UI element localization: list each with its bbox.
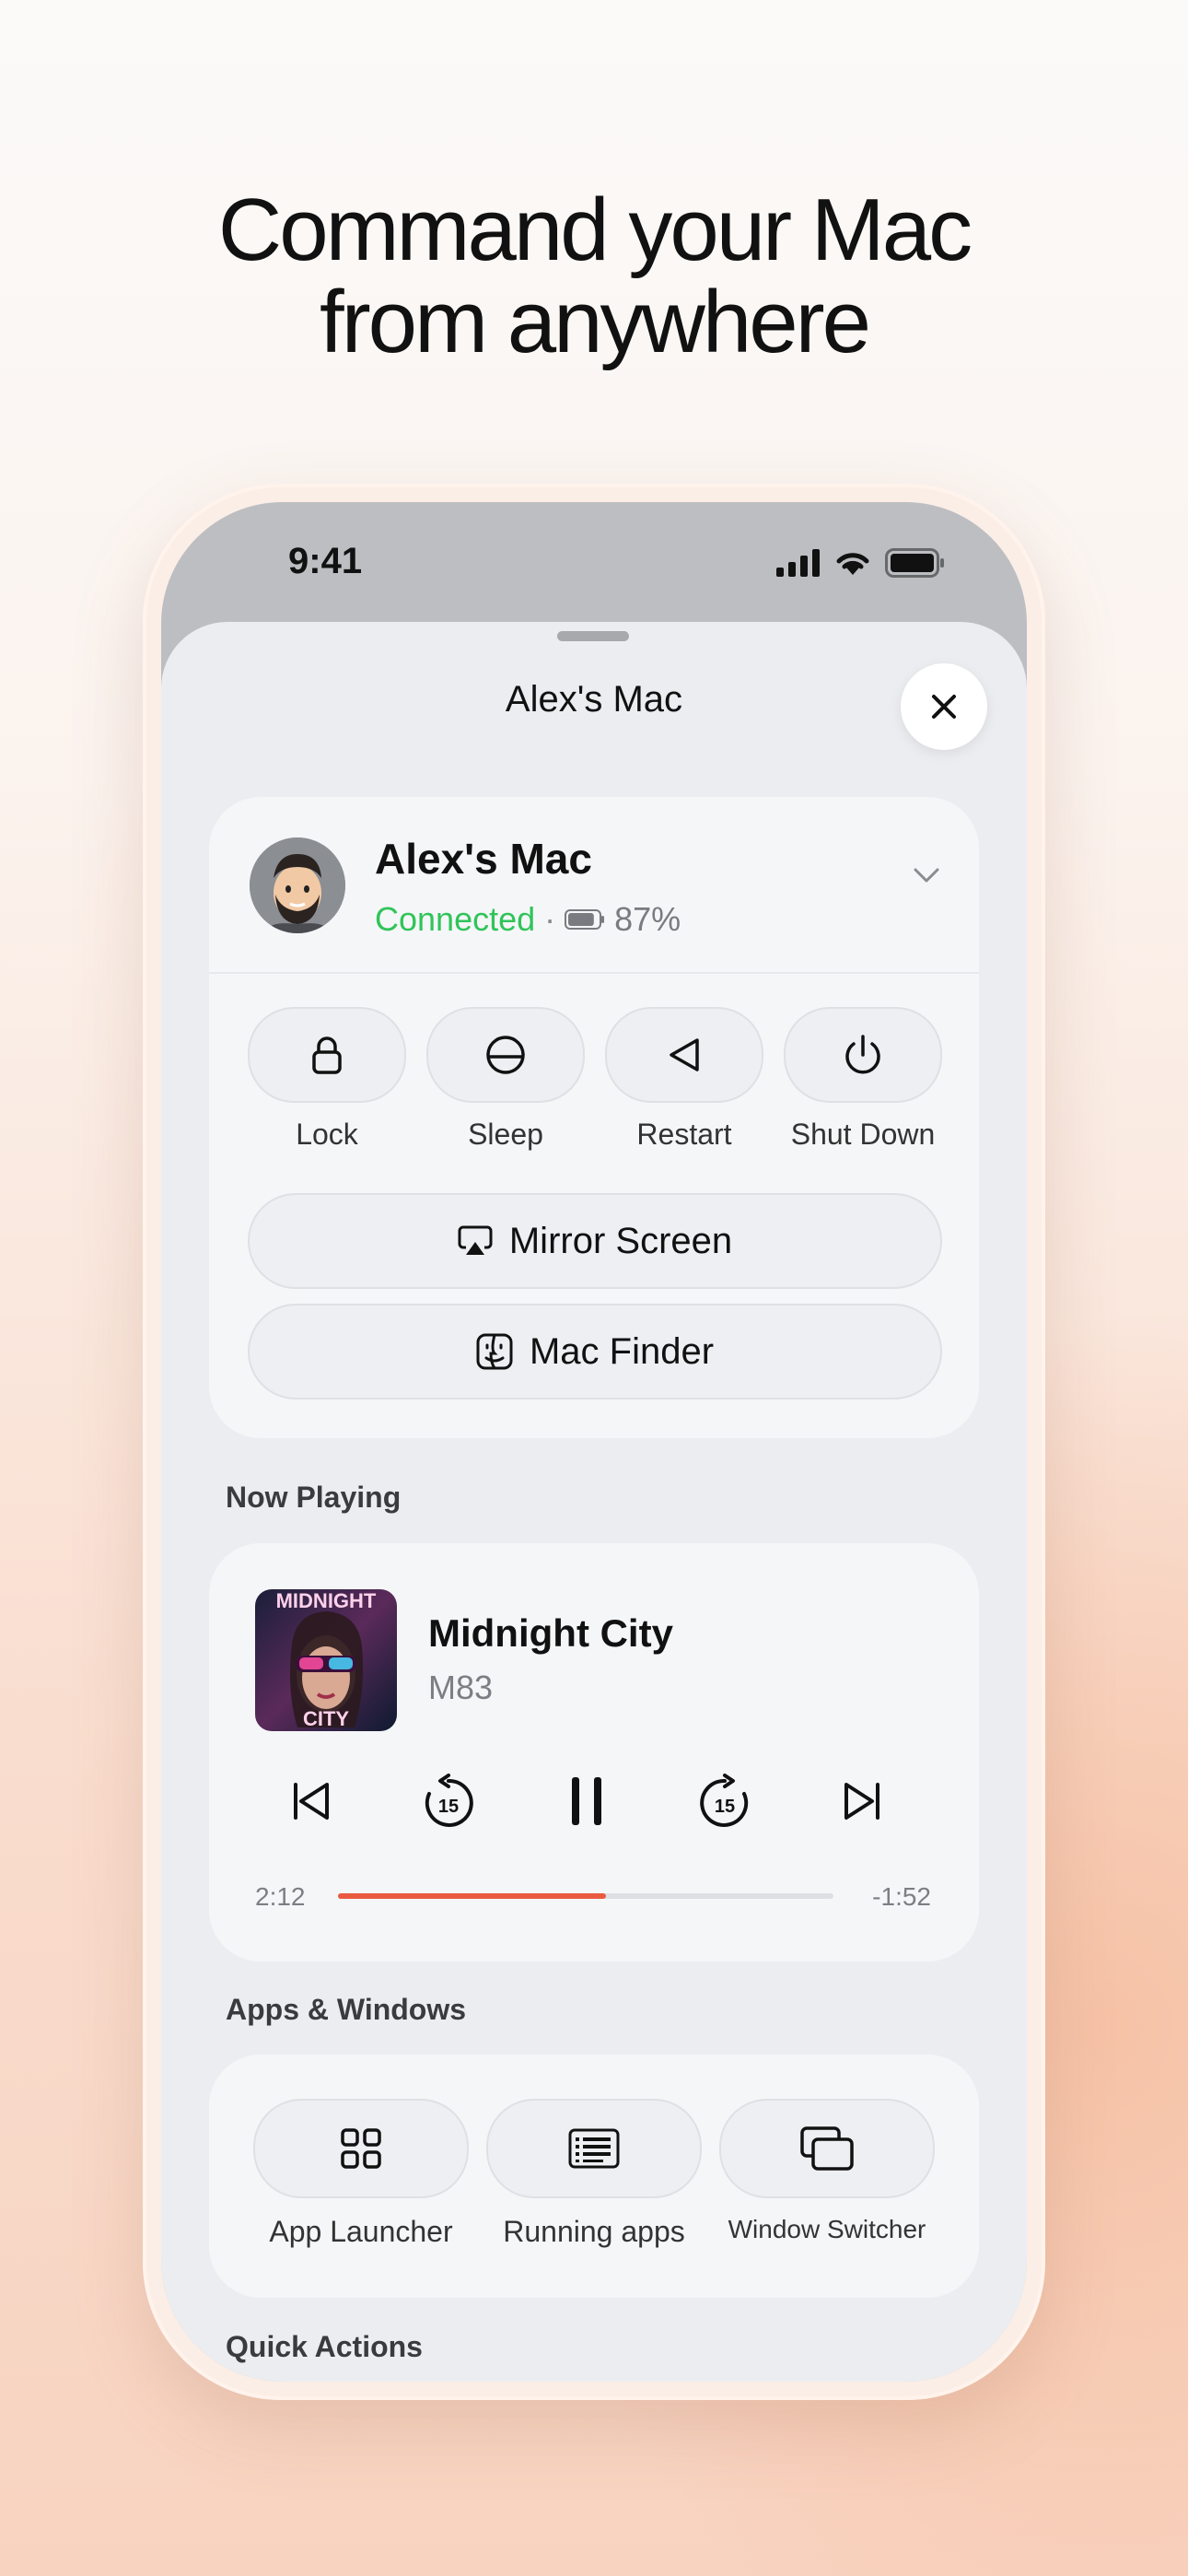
phone-screen: 9:41 Alex's Mac Alex's Mac Connected · 8…: [161, 502, 1027, 2382]
device-status-line: Connected · 87%: [375, 900, 681, 939]
mac-finder-button[interactable]: Mac Finder: [248, 1304, 942, 1399]
cellular-signal-icon: [776, 549, 820, 577]
headline-line-1: Command your Mac: [217, 181, 973, 279]
lock-button[interactable]: [248, 1007, 406, 1103]
status-time: 9:41: [288, 541, 363, 581]
restart-icon: [670, 1038, 699, 1071]
airplay-icon: [458, 1225, 493, 1255]
sheet-title: Alex's Mac: [505, 679, 683, 720]
restart-label: Restart: [636, 1118, 732, 1151]
lock-label: Lock: [296, 1118, 358, 1151]
previous-track-button[interactable]: [264, 1764, 356, 1838]
battery-icon: [885, 548, 944, 578]
app-launcher-label: App Launcher: [269, 2215, 453, 2248]
skip-back-15-button[interactable]: 15: [402, 1764, 495, 1838]
apps-actions: App Launcher Running apps Window Switche…: [253, 2099, 935, 2249]
window-switcher-label: Window Switcher: [728, 2215, 926, 2243]
next-track-icon: [844, 1783, 879, 1820]
status-separator: ·: [544, 900, 556, 938]
sleep-button[interactable]: [426, 1007, 585, 1103]
restart-action[interactable]: Restart: [605, 1007, 763, 1152]
album-artwork[interactable]: MIDNIGHT CITY: [255, 1589, 397, 1731]
sleep-action[interactable]: Sleep: [426, 1007, 585, 1152]
headline: Command your Mac from anywhere: [0, 184, 1188, 369]
apps-windows-heading: Apps & Windows: [226, 1993, 467, 2026]
divider: [209, 972, 979, 974]
skip-forward-15-icon: 15: [700, 1774, 749, 1827]
track-artist: M83: [428, 1669, 494, 1706]
window-switcher-action[interactable]: Window Switcher: [719, 2099, 935, 2249]
playback-progress-fill: [338, 1893, 606, 1899]
skip-back-15-icon: 15: [425, 1774, 473, 1827]
power-icon: [845, 1035, 880, 1074]
list-window-icon: [568, 2128, 620, 2169]
grid-icon: [341, 2128, 381, 2169]
shutdown-label: Shut Down: [790, 1118, 936, 1151]
running-apps-label: Running apps: [503, 2215, 685, 2248]
quick-actions-heading: Quick Actions: [226, 2330, 423, 2363]
shutdown-action[interactable]: Shut Down: [784, 1007, 942, 1152]
album-art-image: MIDNIGHT CITY: [255, 1589, 397, 1731]
battery-percentage: 87%: [614, 900, 681, 938]
shutdown-button[interactable]: [784, 1007, 942, 1103]
previous-track-icon: [294, 1783, 329, 1820]
app-launcher-button[interactable]: [253, 2099, 469, 2198]
device-name: Alex's Mac: [375, 835, 592, 883]
close-button[interactable]: [901, 663, 987, 750]
window-switcher-button[interactable]: [719, 2099, 935, 2198]
artwork-title-bottom: CITY: [303, 1707, 349, 1730]
app-launcher-action[interactable]: App Launcher: [253, 2099, 469, 2249]
mirror-screen-label: Mirror Screen: [508, 1220, 733, 1261]
pause-icon: [572, 1777, 601, 1825]
now-playing-heading: Now Playing: [226, 1481, 402, 1514]
running-apps-action[interactable]: Running apps: [486, 2099, 702, 2249]
apps-windows-card: App Launcher Running apps Window Switche…: [209, 2055, 979, 2298]
windows-stack-icon: [800, 2126, 854, 2171]
sleep-label: Sleep: [468, 1118, 543, 1151]
playback-controls: 15 15: [264, 1764, 909, 1838]
device-picker-toggle[interactable]: [913, 867, 940, 888]
memoji-avatar-icon: [250, 837, 345, 933]
sleep-icon: [486, 1036, 525, 1074]
mac-finder-label: Mac Finder: [529, 1330, 715, 1372]
running-apps-button[interactable]: [486, 2099, 702, 2198]
device-card: Alex's Mac Connected · 87% Lock Sleep Re…: [209, 797, 979, 1438]
mirror-screen-button[interactable]: Mirror Screen: [248, 1193, 942, 1289]
elapsed-time: 2:12: [255, 1882, 306, 1911]
artwork-title-top: MIDNIGHT: [276, 1589, 377, 1612]
pause-button[interactable]: [541, 1764, 633, 1838]
avatar: [250, 837, 345, 933]
track-title: Midnight City: [428, 1611, 673, 1655]
now-playing-card: MIDNIGHT CITY Midnight City M83 15 15 2:…: [209, 1543, 979, 1961]
device-battery-icon: [565, 909, 605, 930]
sheet-grabber[interactable]: [557, 631, 629, 641]
chevron-down-icon: [914, 868, 939, 883]
connection-status: Connected: [375, 900, 536, 938]
playback-scrubber[interactable]: [338, 1893, 833, 1899]
power-actions: Lock Sleep Restart Shut Down: [248, 1007, 942, 1152]
wifi-icon: [836, 553, 869, 575]
skip-back-seconds: 15: [438, 1797, 459, 1817]
skip-forward-seconds: 15: [715, 1797, 735, 1817]
headline-line-2: from anywhere: [320, 273, 871, 371]
next-track-button[interactable]: [817, 1764, 909, 1838]
lock-icon: [312, 1036, 342, 1074]
lock-action[interactable]: Lock: [248, 1007, 406, 1152]
device-sheet: Alex's Mac Alex's Mac Connected · 87% Lo…: [161, 622, 1027, 2382]
status-bar: 9:41: [161, 502, 1027, 622]
close-icon: [932, 695, 956, 719]
skip-forward-15-button[interactable]: 15: [679, 1764, 771, 1838]
status-icons: [776, 548, 946, 578]
finder-icon: [476, 1333, 513, 1370]
remaining-time: -1:52: [872, 1882, 931, 1911]
restart-button[interactable]: [605, 1007, 763, 1103]
